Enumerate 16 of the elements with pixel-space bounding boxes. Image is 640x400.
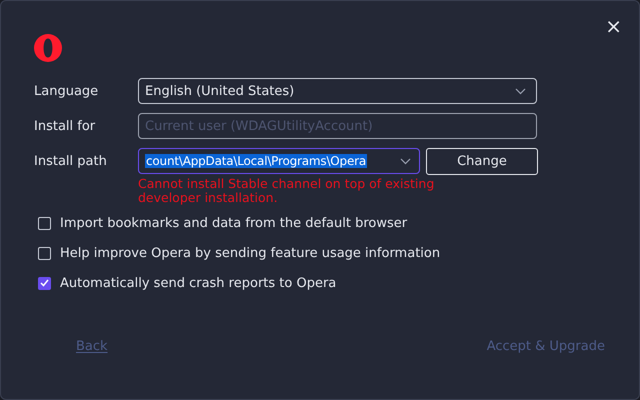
change-button[interactable]: Change <box>426 148 538 174</box>
caret-icon <box>400 158 411 164</box>
checkbox[interactable] <box>38 276 51 290</box>
field-label: Install for <box>34 118 96 134</box>
checkbox-label[interactable]: Import bookmarks and data from the default browser <box>60 216 408 230</box>
checkbox-label[interactable]: Help improve Opera by sending feature usage information <box>60 246 440 260</box>
caret-icon <box>515 88 526 94</box>
field-label: Language <box>34 84 100 98</box>
field-label: Install path <box>34 154 108 168</box>
dropdown: Current user (WDAGUtilityAccount) <box>138 113 537 139</box>
close-button[interactable]: × <box>601 15 626 37</box>
path-field[interactable]: count\AppData\Local\Programs\Opera <box>138 148 420 174</box>
dropdown[interactable]: English (United States) <box>138 78 537 104</box>
logo-icon <box>34 34 62 62</box>
error-message: Cannot install Stable channel on top of existing developer installation. <box>138 177 436 205</box>
checkbox-label[interactable]: Automatically send crash reports to Opera <box>60 276 336 290</box>
